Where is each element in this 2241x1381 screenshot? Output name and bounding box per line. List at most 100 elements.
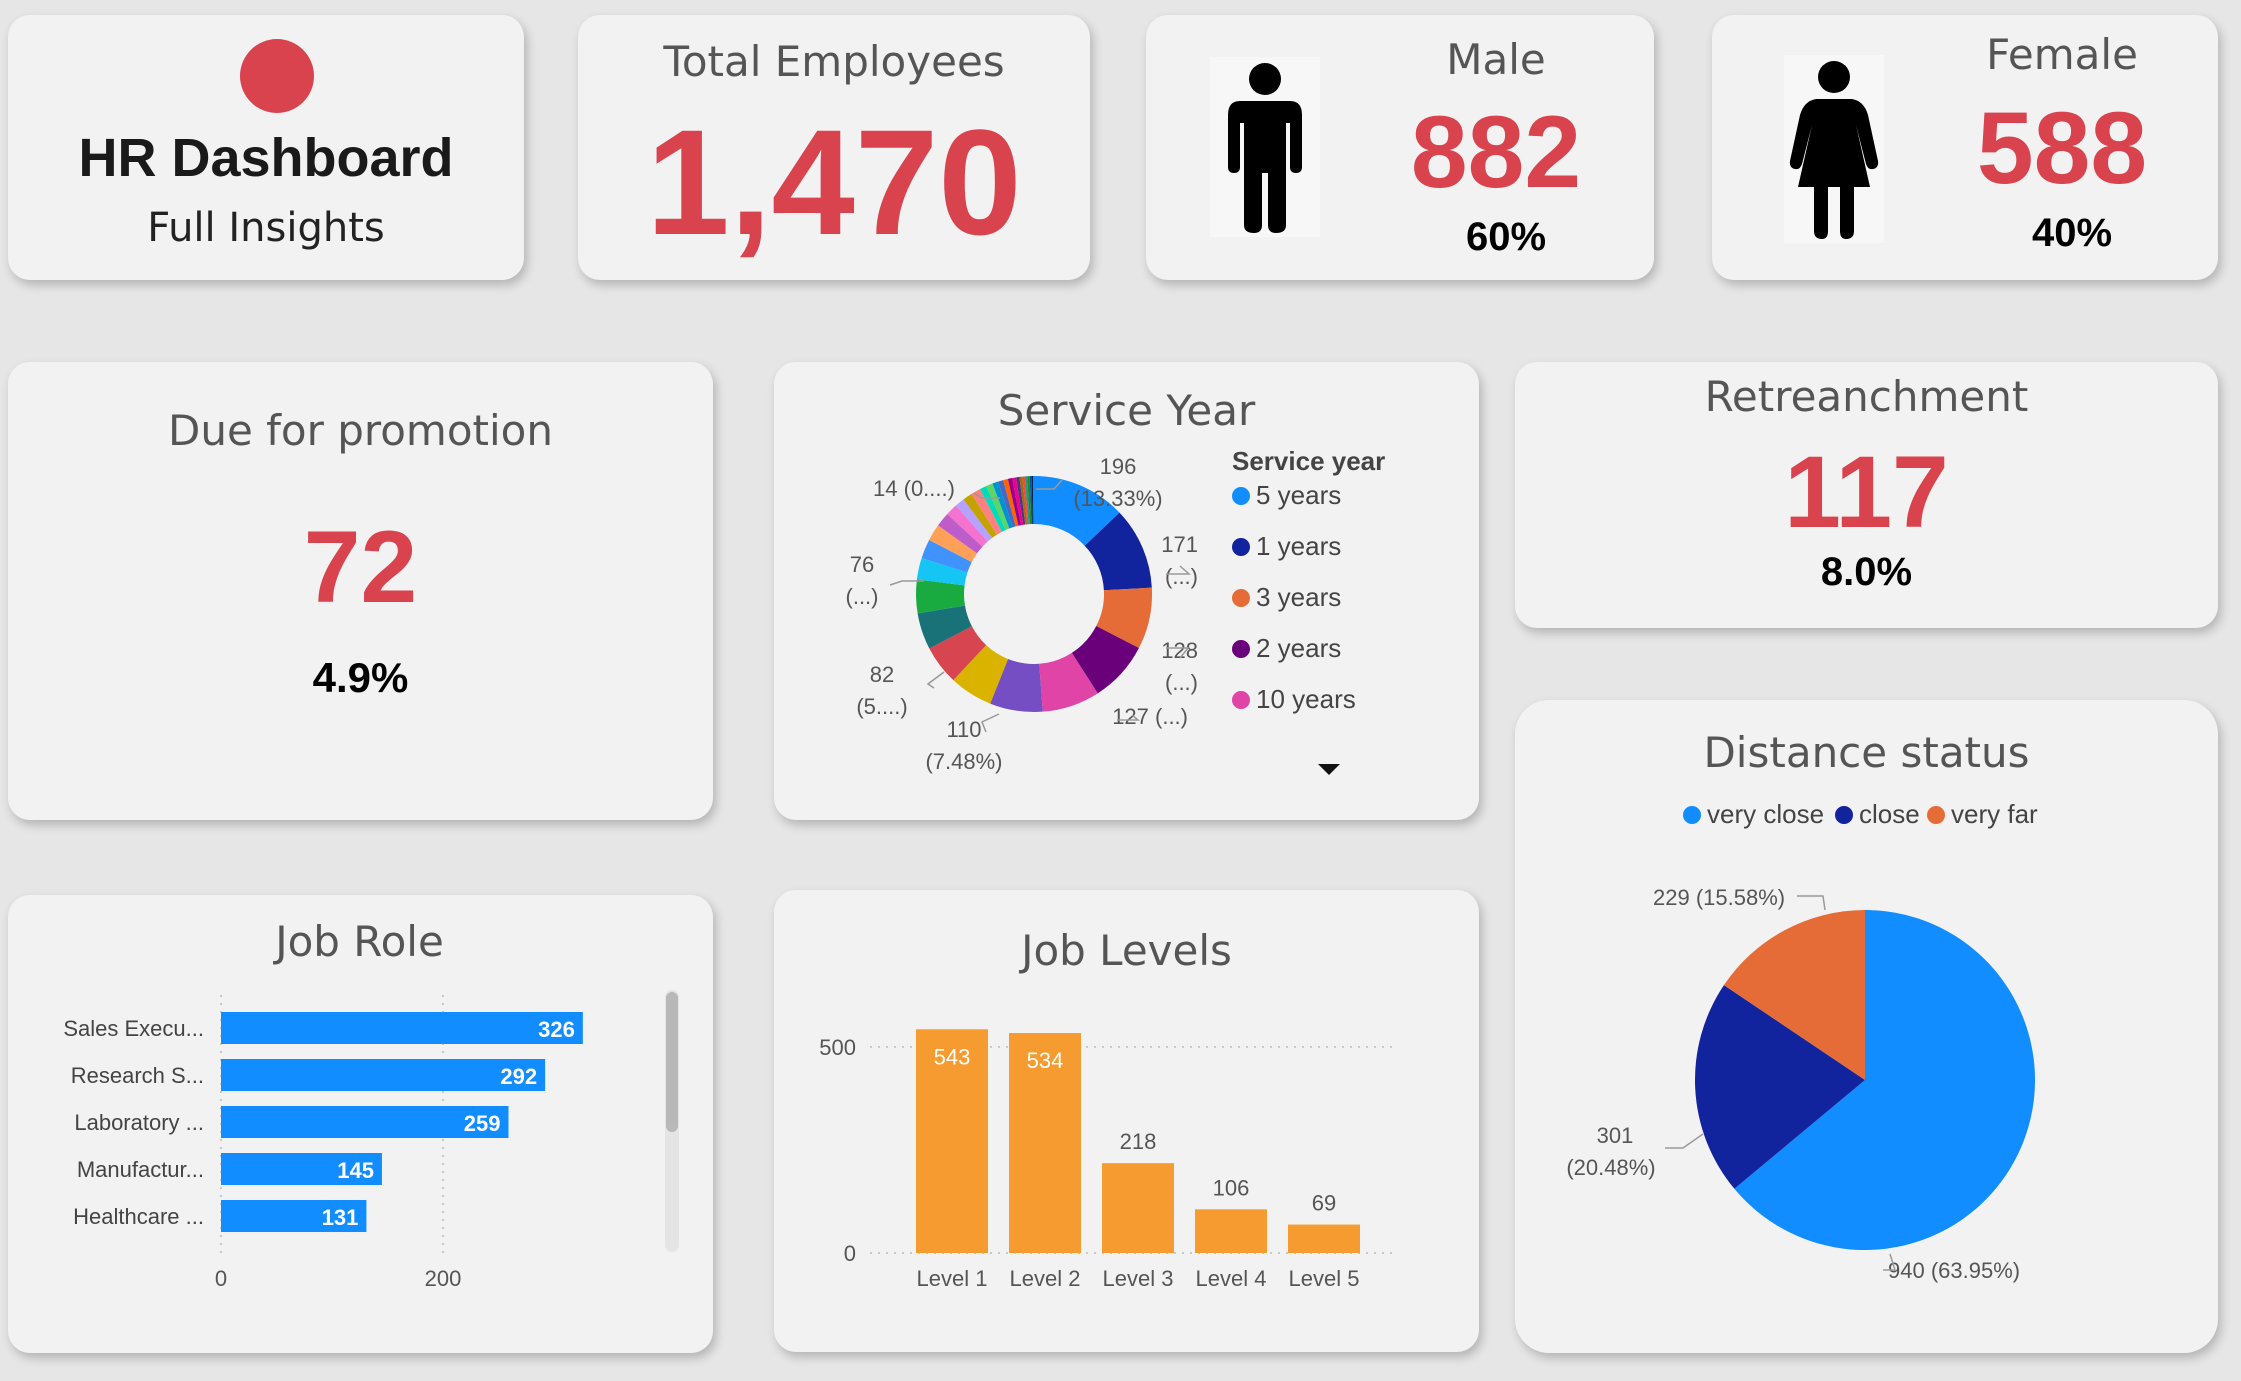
job-role-x-tick: 0	[215, 1266, 227, 1291]
service-year-legend-item[interactable]: 2 years	[1232, 633, 1341, 664]
job-levels-card: Job Levels 500 0 543 Level 1 534 Level 2 218 Le…	[774, 890, 1479, 1352]
female-person-icon	[1784, 55, 1884, 243]
job-levels-y-tick: 0	[844, 1241, 856, 1266]
service-year-data-label: (5....)	[856, 694, 907, 719]
service-year-data-label: 110	[946, 717, 981, 742]
service-year-data-label: 128	[1161, 638, 1198, 663]
job-role-category-label: Sales Execu...	[63, 1016, 204, 1041]
leader-line	[1797, 895, 1826, 911]
job-role-card: Job Role 326 Sales Execu... 292 Research S.…	[8, 895, 713, 1353]
job-role-x-tick: 200	[425, 1266, 462, 1291]
retrenchment-value: 117	[1784, 435, 1949, 549]
dashboard-title: HR Dashboard	[78, 128, 454, 188]
job-role-bar[interactable]	[221, 1012, 583, 1044]
female-label: Female	[1986, 30, 2138, 79]
job-role-value-label: 145	[337, 1158, 374, 1183]
job-levels-value-label: 543	[934, 1044, 971, 1069]
title-card: HR Dashboard Full Insights	[8, 15, 524, 280]
service-year-leader-line	[981, 713, 1000, 733]
distance-status-data-label: (20.48%)	[1566, 1155, 1655, 1180]
job-levels-category-label: Level 2	[1010, 1266, 1081, 1291]
job-role-value-label: 292	[500, 1064, 537, 1089]
job-role-bar[interactable]	[221, 1059, 546, 1091]
job-role-value-label: 259	[464, 1111, 501, 1136]
male-percent: 60%	[1465, 215, 1547, 259]
retrenchment-percent: 8.0%	[1820, 550, 1913, 594]
service-year-legend-item[interactable]: 3 years	[1232, 582, 1341, 613]
service-year-legend-item[interactable]: 5 years	[1232, 480, 1341, 511]
job-levels-y-tick: 500	[819, 1035, 856, 1060]
promotion-value: 72	[303, 510, 418, 624]
job-levels-bar-chart: 500 0 543 Level 1 534 Level 2 218 Level 3 106 Lev…	[819, 1029, 1396, 1291]
male-card: Male 882 60%	[1146, 15, 1654, 280]
total-employees-card: Total Employees 1,470	[578, 15, 1090, 280]
service-year-data-label: (...)	[1165, 670, 1198, 695]
legend-scroll-down-icon[interactable]	[1318, 764, 1340, 775]
distance-status-data-label: 301	[1597, 1123, 1634, 1148]
legend-marker	[1232, 690, 1250, 709]
service-year-legend-title: Service year	[1232, 446, 1386, 476]
male-label: Male	[1446, 35, 1546, 84]
legend-label: 2 years	[1256, 633, 1342, 663]
legend-label: 10 years	[1256, 684, 1356, 714]
service-year-data-label: (...)	[846, 584, 879, 609]
job-levels-category-label: Level 4	[1196, 1266, 1267, 1291]
promotion-percent: 4.9%	[312, 654, 409, 701]
total-employees-label: Total Employees	[663, 37, 1005, 86]
legend-marker	[1232, 639, 1250, 658]
total-employees-value: 1,470	[646, 98, 1022, 266]
service-year-legend-item[interactable]: 1 years	[1232, 531, 1341, 562]
job-role-scroll-thumb[interactable]	[666, 992, 678, 1132]
service-year-data-label: 127 (...)	[1112, 704, 1188, 729]
promotion-label: Due for promotion	[167, 406, 553, 455]
job-role-bar-chart: 326 Sales Execu... 292 Research S... 259 Labo…	[63, 995, 583, 1291]
legend-marker	[1232, 537, 1250, 556]
female-card: Female 588 40%	[1712, 15, 2218, 280]
retrenchment-card: Retreanchment 117 8.0%	[1515, 362, 2218, 628]
legend-label: 3 years	[1256, 582, 1342, 612]
leader-line	[1665, 1133, 1704, 1149]
service-year-data-label: 171	[1161, 532, 1198, 557]
female-percent: 40%	[2031, 211, 2113, 255]
retrenchment-label: Retreanchment	[1704, 372, 2029, 421]
job-role-category-label: Healthcare ...	[73, 1204, 204, 1229]
service-year-data-label: 14 (0....)	[873, 476, 955, 501]
job-role-category-label: Research S...	[71, 1063, 204, 1088]
job-levels-bar[interactable]	[1195, 1209, 1267, 1253]
female-value: 588	[1976, 91, 2148, 205]
job-role-value-label: 131	[322, 1205, 359, 1230]
job-levels-value-label: 106	[1213, 1175, 1250, 1200]
job-levels-category-label: Level 3	[1103, 1266, 1174, 1291]
job-levels-value-label: 218	[1120, 1129, 1157, 1154]
distance-status-card: Distance status very close close very far …	[1515, 700, 2218, 1353]
job-levels-bar[interactable]	[1102, 1163, 1174, 1253]
legend-label: 1 years	[1256, 531, 1342, 561]
distance-status-pie-chart: 940 (63.95%) 301 (20.48%) 229 (15.58%)	[1566, 885, 2035, 1283]
dashboard-subtitle: Full Insights	[147, 205, 385, 251]
job-levels-bar[interactable]	[1288, 1224, 1360, 1253]
distance-status-data-label: 940 (63.95%)	[1888, 1258, 2020, 1283]
distance-status-data-label: 229 (15.58%)	[1653, 885, 1785, 910]
job-role-category-label: Manufactur...	[77, 1157, 204, 1182]
job-role-category-label: Laboratory ...	[74, 1110, 204, 1135]
job-levels-value-label: 69	[1312, 1191, 1336, 1216]
red-dot-icon	[240, 39, 314, 113]
job-role-scrollbar[interactable]	[665, 990, 679, 1252]
service-year-data-label: (13.33%)	[1073, 486, 1162, 511]
job-levels-category-label: Level 1	[917, 1266, 988, 1291]
male-value: 882	[1410, 95, 1582, 209]
service-year-data-label: 82	[870, 662, 894, 687]
service-year-data-label: 76	[850, 552, 874, 577]
job-role-value-label: 326	[538, 1017, 575, 1042]
job-levels-value-label: 534	[1027, 1048, 1064, 1073]
service-year-donut-chart: 196 (13.33%) 171 (...) 128 (...) 127 (...) 110 (…	[846, 454, 1199, 774]
job-levels-category-label: Level 5	[1289, 1266, 1360, 1291]
service-year-data-label: (7.48%)	[925, 749, 1002, 774]
service-year-data-label: 196	[1100, 454, 1137, 479]
service-year-leader-line	[926, 671, 945, 689]
legend-label: 5 years	[1256, 480, 1342, 510]
male-person-icon	[1210, 57, 1320, 237]
service-year-legend-item[interactable]: 10 years	[1232, 684, 1356, 715]
service-year-card: Service Year 196 (13.33%) 171 (...) 128 (...)…	[774, 362, 1479, 820]
promotion-card: Due for promotion 72 4.9%	[8, 362, 713, 820]
